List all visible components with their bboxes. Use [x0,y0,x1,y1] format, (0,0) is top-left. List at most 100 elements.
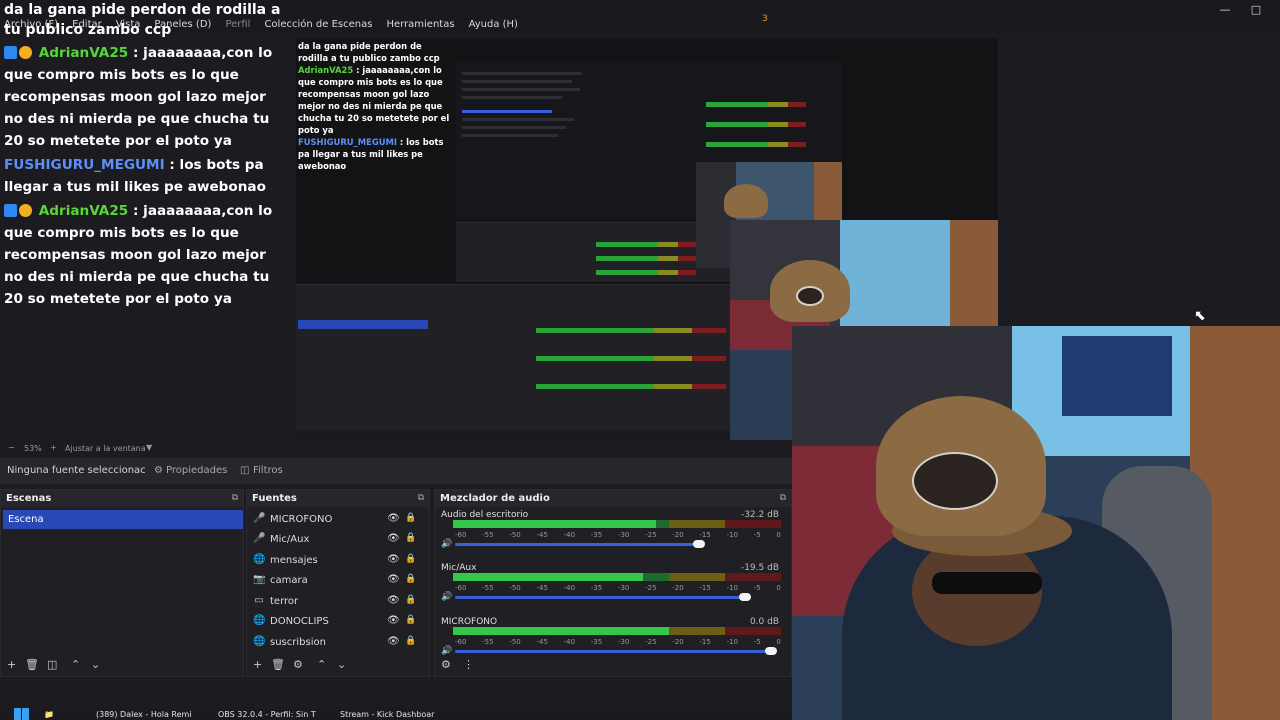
channel-name: Audio del escritorio [441,510,529,520]
dock-popout-icon[interactable]: ⧉ [780,493,786,503]
folder-icon[interactable]: 📁 [44,710,54,719]
dock-popout-icon[interactable]: ⧉ [418,493,424,503]
preview-nested-meter [706,102,806,107]
lock-icon[interactable]: 🔒 [405,513,416,523]
channel-db: -32.2 dB [740,510,779,520]
menu-herramientas[interactable]: Herramientas [386,19,454,30]
filters-button[interactable]: Filtros [253,465,283,476]
move-down-icon[interactable]: ⌄ [91,658,100,671]
lock-icon[interactable]: 🔒 [405,533,416,543]
eye-icon[interactable]: 👁 [387,533,400,544]
source-label: mensajes [270,555,318,566]
eye-icon[interactable]: 👁 [387,636,400,647]
source-item[interactable]: 🌐 DONOCLIPS 👁 🔒 [253,613,421,631]
preview-nested-line [462,88,580,91]
preview-nested-line [462,134,558,137]
gear-icon[interactable]: ⚙ [154,465,163,476]
meter-yellow-zone [669,573,726,581]
trash-icon[interactable]: 🗑 [25,658,39,671]
volume-knob[interactable] [738,593,751,601]
meter-tick-label: -60 [455,638,467,646]
move-up-icon[interactable]: ⌃ [317,658,326,671]
webcam-cap-logo [912,452,998,510]
filter-icon[interactable]: ◫ [47,658,57,671]
source-item[interactable]: 🌐 mensajes 👁 🔒 [253,552,421,570]
settings-icon[interactable]: ⚙ [441,658,451,671]
volume-slider[interactable] [455,650,771,653]
preview-nested-line [462,110,552,113]
menu-ayuda[interactable]: Ayuda (H) [469,19,518,30]
properties-bar: Ninguna fuente seleccionac ⚙ Propiedades… [0,458,792,484]
chevron-down-icon[interactable]: ▼ [146,443,152,452]
move-down-icon[interactable]: ⌄ [337,658,346,671]
meter-red-zone [725,627,781,635]
volume-slider[interactable] [455,543,699,546]
taskbar-item-kick[interactable]: Stream - Kick Dashboar [340,710,434,719]
lock-icon[interactable]: 🔒 [405,615,416,625]
meter-tick-label: -40 [563,638,576,646]
webcam-jacket [1062,336,1172,416]
eye-icon[interactable]: 👁 [387,615,400,626]
lock-icon[interactable]: 🔒 [405,636,416,646]
lock-icon[interactable]: 🔒 [405,554,416,564]
source-item[interactable]: 🌐 suscribsion 👁 🔒 [253,634,421,652]
meter-tick-label: -30 [617,584,630,592]
fit-window-select[interactable]: Ajustar a la ventana [65,444,146,453]
dock-popout-icon[interactable]: ⧉ [232,493,238,503]
scenes-dock: Escenas ⧉ Escena + 🗑 ◫ ⌃ ⌄ [0,489,244,677]
menu-indicator: 3 [762,14,768,24]
lock-icon[interactable]: 🔒 [405,574,416,584]
source-item[interactable]: ▭ terror 👁 🔒 [253,593,421,611]
filter-icon[interactable]: ◫ [240,465,249,476]
add-source-icon[interactable]: + [253,658,262,671]
meter-level [453,627,670,635]
taskbar-item-obs[interactable]: OBS 32.0.4 - Perfil: Sin T [218,710,316,719]
source-item[interactable]: 📷 camara 👁 🔒 [253,572,421,590]
chat-username: FUSHIGURU_MEGUMI [4,157,165,173]
preview-taskbar [296,430,730,440]
taskbar-item-chrome[interactable]: (389) Dalex - Hola Remi [96,710,192,719]
gear-icon[interactable]: ⚙ [293,658,303,671]
eye-icon[interactable]: 👁 [387,595,400,606]
speaker-icon[interactable]: 🔊 [441,592,452,602]
volume-knob[interactable] [692,540,705,548]
maximize-icon[interactable]: □ [1249,4,1263,16]
meter-tick-label: -40 [563,584,576,592]
zoom-in-icon[interactable]: + [50,443,57,452]
properties-button[interactable]: Propiedades [166,465,227,476]
eye-icon[interactable]: 👁 [387,574,400,585]
preview-docks [296,284,730,440]
meter-tick-label: -20 [672,531,684,539]
chat-username: AdrianVA25 [38,45,129,61]
level-meter [453,573,781,581]
zoom-out-icon[interactable]: − [8,443,15,452]
meter-tick-label: -55 [482,638,494,646]
chat-message: AdrianVA25 : jaaaaaaaa,con lo que compro… [4,200,288,310]
volume-slider[interactable] [455,596,745,599]
sources-title-text: Fuentes [252,493,297,504]
meter-tick-label: -45 [536,531,548,539]
chat-overlay: da la gana pide perdon de rodilla a tu p… [0,0,292,440]
globe-icon: 🌐 [253,554,266,565]
eye-icon[interactable]: 👁 [387,554,400,565]
globe-icon: 🌐 [253,615,266,626]
meter-tick-label: -40 [563,531,576,539]
source-item[interactable]: 🎤 Mic/Aux 👁 🔒 [253,531,421,549]
minimize-icon[interactable]: — [1218,4,1232,16]
eye-icon[interactable]: 👁 [387,513,400,524]
meter-tick-label: -10 [726,584,738,592]
meter-tick-label: -60 [455,584,467,592]
trash-icon[interactable]: 🗑 [271,658,285,671]
badge-icon [4,204,17,217]
scene-item[interactable]: Escena [3,510,243,529]
lock-icon[interactable]: 🔒 [405,595,416,605]
preview-nested-meter [706,122,806,127]
move-up-icon[interactable]: ⌃ [71,658,80,671]
meter-tick-label: -35 [590,584,603,592]
speaker-icon[interactable]: 🔊 [441,539,452,549]
source-item[interactable]: 🎤 MICROFONO 👁 🔒 [253,511,421,529]
more-options-icon[interactable]: ⋮ [463,658,474,671]
add-scene-icon[interactable]: + [7,658,16,671]
audio-mixer-dock: Mezclador de audio ⧉ Audio del escritorio… [434,489,792,677]
windows-start-icon[interactable] [14,708,29,720]
